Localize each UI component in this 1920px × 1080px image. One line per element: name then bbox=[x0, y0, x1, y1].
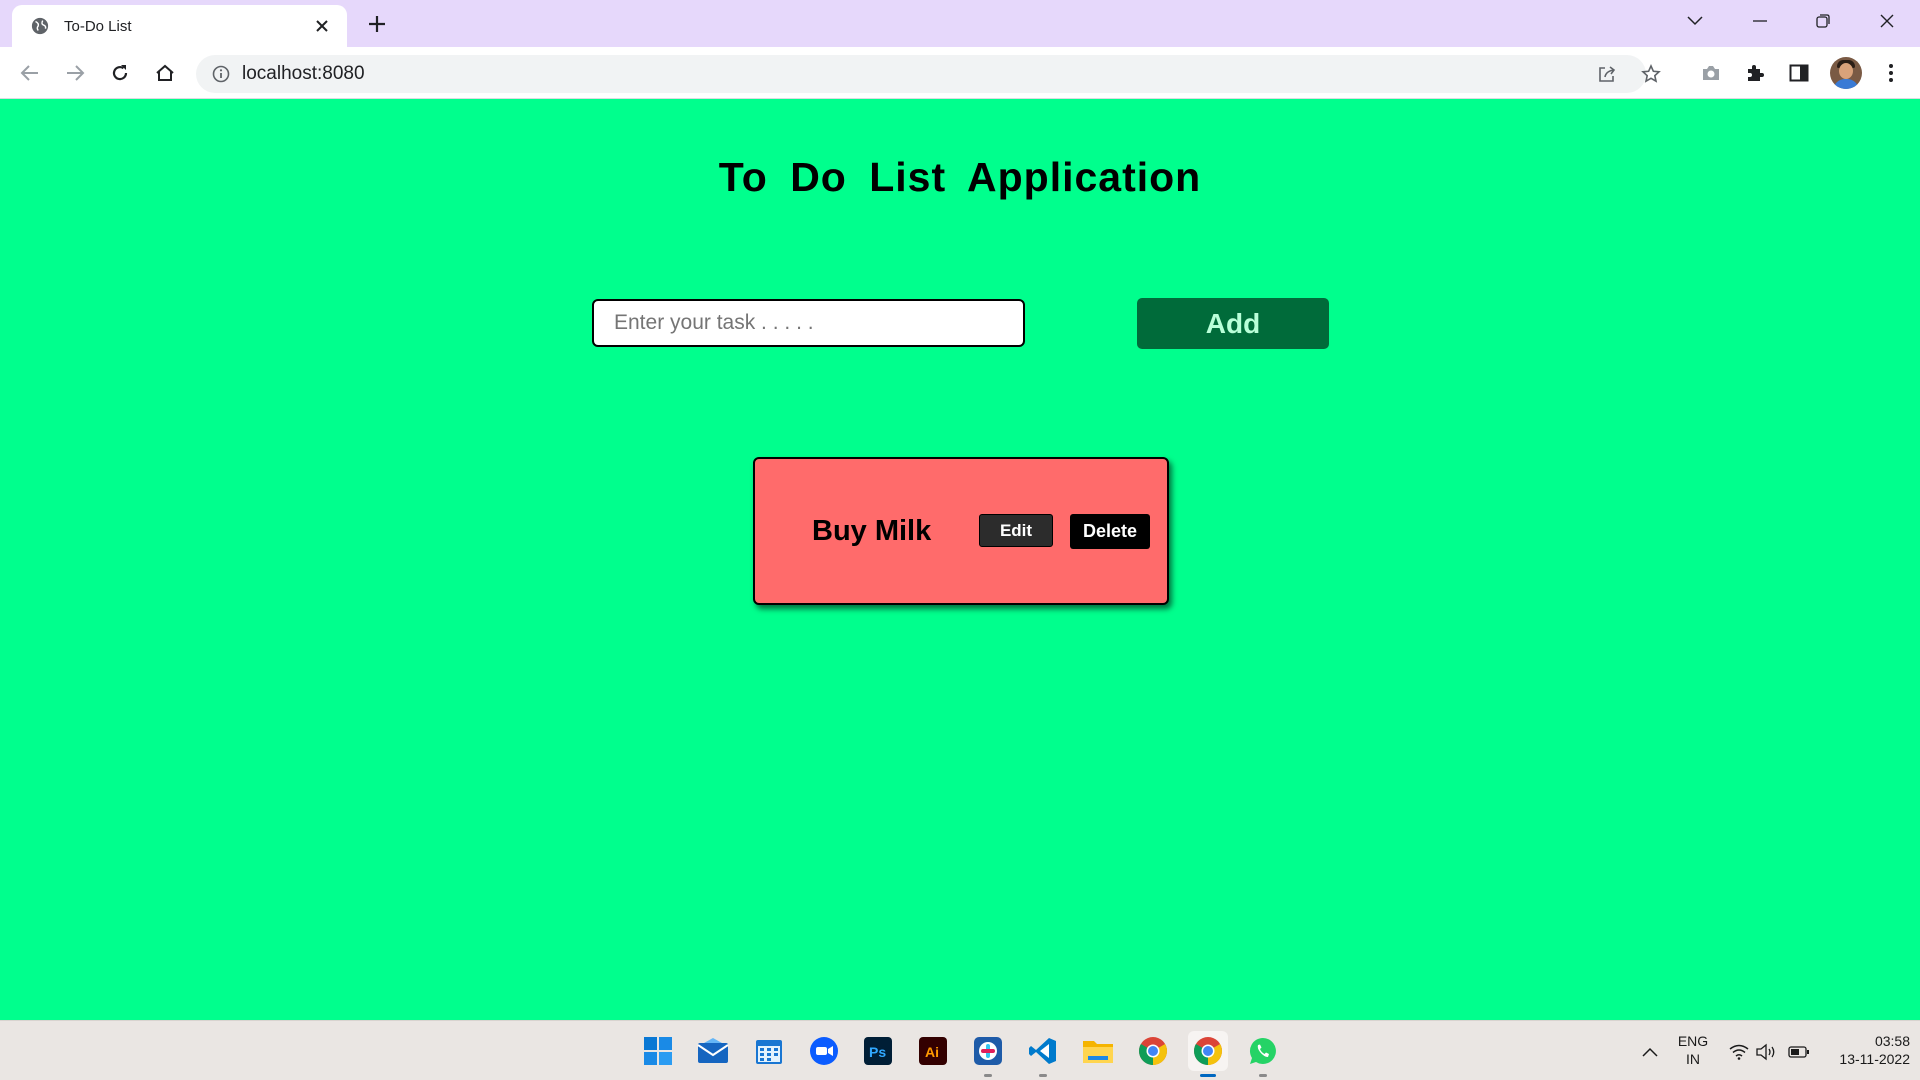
active-indicator bbox=[1200, 1074, 1216, 1077]
restore-icon[interactable] bbox=[1800, 6, 1846, 36]
region-code: IN bbox=[1686, 1051, 1700, 1067]
clock[interactable]: 03:58 13-11-2022 bbox=[1822, 1032, 1910, 1068]
volume-icon[interactable] bbox=[1755, 1040, 1779, 1064]
chrome-icon[interactable] bbox=[1133, 1031, 1173, 1071]
whatsapp-icon[interactable] bbox=[1243, 1031, 1283, 1077]
running-indicator bbox=[1039, 1074, 1047, 1077]
language-indicator[interactable]: ENG IN bbox=[1673, 1032, 1713, 1068]
reload-icon[interactable] bbox=[103, 56, 137, 90]
edit-button[interactable]: Edit bbox=[979, 514, 1053, 547]
calendar-icon[interactable] bbox=[749, 1031, 789, 1071]
task-text: Buy Milk bbox=[812, 515, 932, 547]
forward-icon[interactable] bbox=[58, 56, 92, 90]
running-indicator bbox=[984, 1074, 992, 1077]
start-icon[interactable] bbox=[638, 1031, 678, 1071]
svg-text:Ai: Ai bbox=[925, 1044, 939, 1060]
profile-avatar[interactable] bbox=[1830, 57, 1862, 89]
back-icon[interactable] bbox=[13, 56, 47, 90]
tab-search-icon[interactable] bbox=[1672, 6, 1718, 36]
slack-icon[interactable] bbox=[968, 1031, 1008, 1077]
home-icon[interactable] bbox=[148, 56, 182, 90]
side-panel-icon[interactable] bbox=[1782, 56, 1816, 90]
task-input[interactable] bbox=[592, 299, 1025, 347]
vscode-icon[interactable] bbox=[1023, 1031, 1063, 1077]
minimize-icon[interactable] bbox=[1737, 6, 1783, 36]
tab-title: To-Do List bbox=[64, 17, 132, 35]
running-indicator bbox=[1259, 1074, 1267, 1077]
extensions-icon[interactable] bbox=[1738, 56, 1772, 90]
browser-tab-strip: To-Do List bbox=[0, 0, 1920, 47]
browser-toolbar: localhost:8080 bbox=[0, 47, 1920, 99]
chevron-up-icon[interactable] bbox=[1638, 1040, 1662, 1064]
task-card: Buy Milk Edit Delete bbox=[753, 457, 1169, 605]
photoshop-icon[interactable]: Ps bbox=[858, 1031, 898, 1071]
language-code: ENG bbox=[1677, 1033, 1709, 1049]
clock-date: 13-11-2022 bbox=[1839, 1051, 1910, 1067]
windows-taskbar: Ps Ai ENG IN 03:58 13-11-2022 bbox=[0, 1020, 1920, 1080]
share-icon[interactable] bbox=[1590, 57, 1624, 91]
wifi-icon[interactable] bbox=[1727, 1040, 1751, 1064]
page-title: To Do List Application bbox=[718, 154, 1202, 200]
more-menu-icon[interactable] bbox=[1874, 56, 1908, 90]
file-explorer-icon[interactable] bbox=[1078, 1031, 1118, 1071]
zoom-icon[interactable] bbox=[804, 1031, 844, 1071]
browser-tab[interactable]: To-Do List bbox=[12, 5, 347, 47]
add-button[interactable]: Add bbox=[1137, 298, 1329, 349]
url-text: localhost:8080 bbox=[242, 63, 365, 84]
info-icon[interactable] bbox=[210, 63, 232, 85]
bookmark-star-icon[interactable] bbox=[1634, 57, 1668, 91]
illustrator-icon[interactable]: Ai bbox=[913, 1031, 953, 1071]
avatar-face bbox=[1839, 63, 1853, 79]
close-tab-icon[interactable] bbox=[311, 15, 333, 37]
chrome-icon[interactable] bbox=[1188, 1031, 1228, 1077]
svg-text:Ps: Ps bbox=[869, 1044, 886, 1060]
page-content: To Do List Application Add Buy Milk Edit… bbox=[0, 99, 1920, 1020]
mail-icon[interactable] bbox=[693, 1031, 733, 1071]
address-bar[interactable]: localhost:8080 bbox=[196, 55, 1661, 93]
new-tab-icon[interactable] bbox=[362, 9, 392, 39]
globe-icon bbox=[30, 16, 50, 36]
delete-button[interactable]: Delete bbox=[1070, 514, 1150, 549]
clock-time: 03:58 bbox=[1874, 1033, 1910, 1049]
battery-icon[interactable] bbox=[1787, 1040, 1811, 1064]
close-window-icon[interactable] bbox=[1864, 6, 1910, 36]
screenshot-icon[interactable] bbox=[1694, 56, 1728, 90]
avatar-shirt bbox=[1833, 79, 1859, 89]
